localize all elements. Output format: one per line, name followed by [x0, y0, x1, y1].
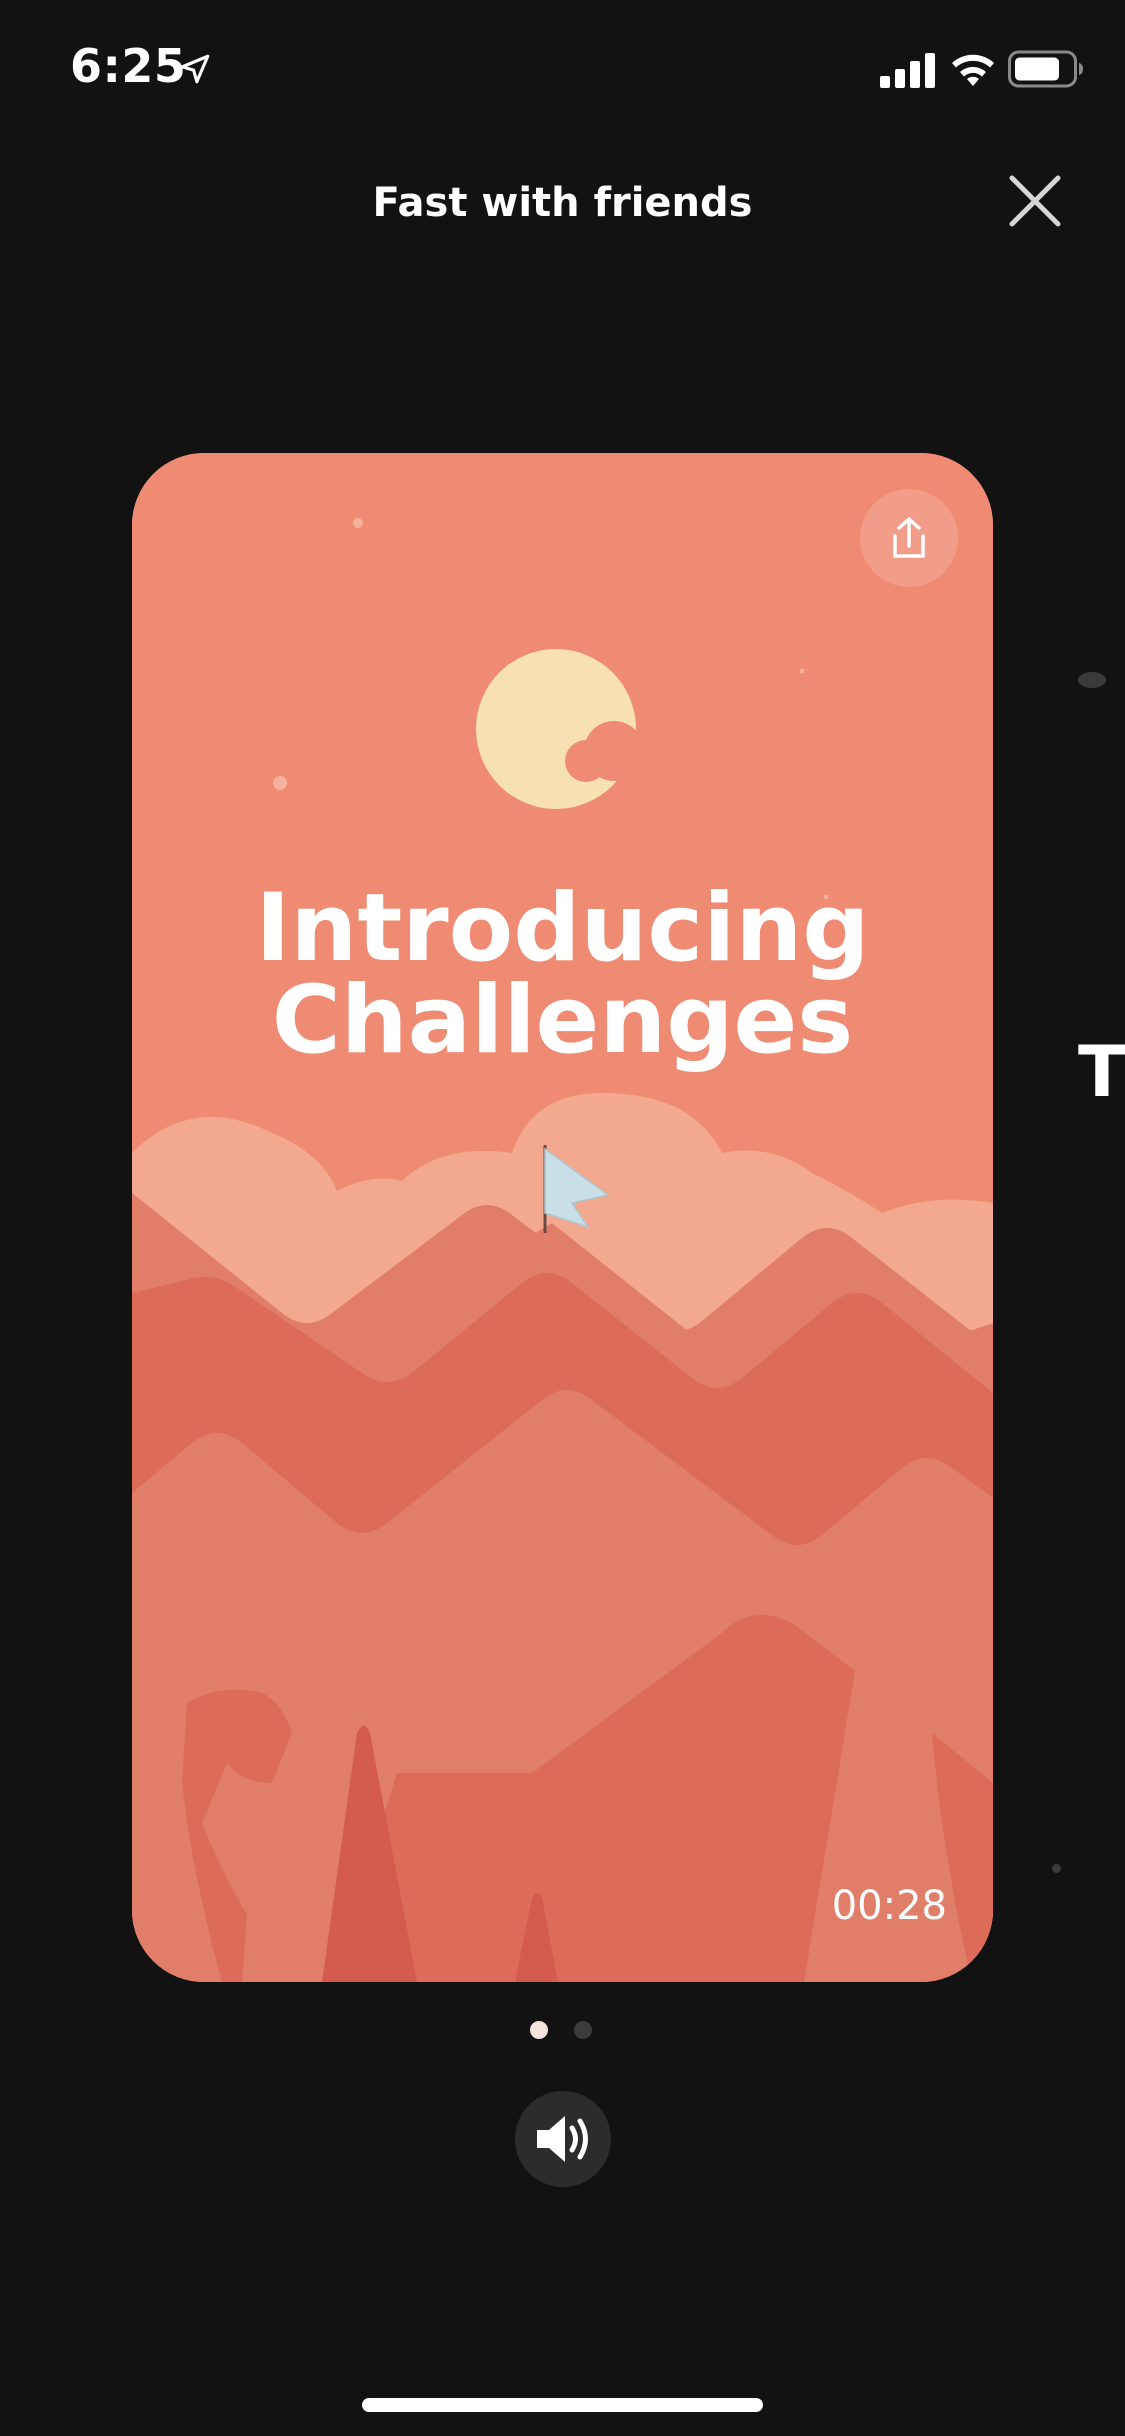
mountain-illustration [132, 453, 993, 1982]
video-timer: 00:28 [831, 1883, 947, 1929]
wifi-icon [952, 54, 994, 86]
card-title: Introducing Challenges [132, 874, 993, 1075]
next-card-decoration [1078, 672, 1106, 688]
speaker-volume-icon [537, 2116, 588, 2162]
close-button[interactable] [1000, 166, 1070, 236]
share-button[interactable] [860, 489, 958, 587]
card-title-line-2: Challenges [271, 966, 854, 1075]
share-icon [893, 517, 925, 558]
page-title: Fast with friends [372, 180, 753, 226]
story-card[interactable]: Introducing Challenges 00:28 [132, 453, 993, 1982]
close-icon [1009, 175, 1061, 227]
sound-toggle-button[interactable] [515, 2091, 611, 2187]
status-bar: 6:25 [0, 0, 1125, 135]
page-dot[interactable] [574, 2021, 592, 2039]
next-card-decoration [1052, 1864, 1061, 1873]
next-card-peek[interactable]: T [1078, 1032, 1125, 1112]
card-title-line-1: Introducing [255, 874, 870, 983]
cellular-signal-icon [880, 53, 935, 88]
status-time: 6:25 [70, 39, 187, 93]
page-indicator [530, 2021, 600, 2041]
battery-icon [1008, 50, 1083, 88]
location-arrow-icon [180, 54, 210, 84]
home-indicator[interactable] [362, 2398, 763, 2412]
page-dot-active[interactable] [530, 2021, 548, 2039]
